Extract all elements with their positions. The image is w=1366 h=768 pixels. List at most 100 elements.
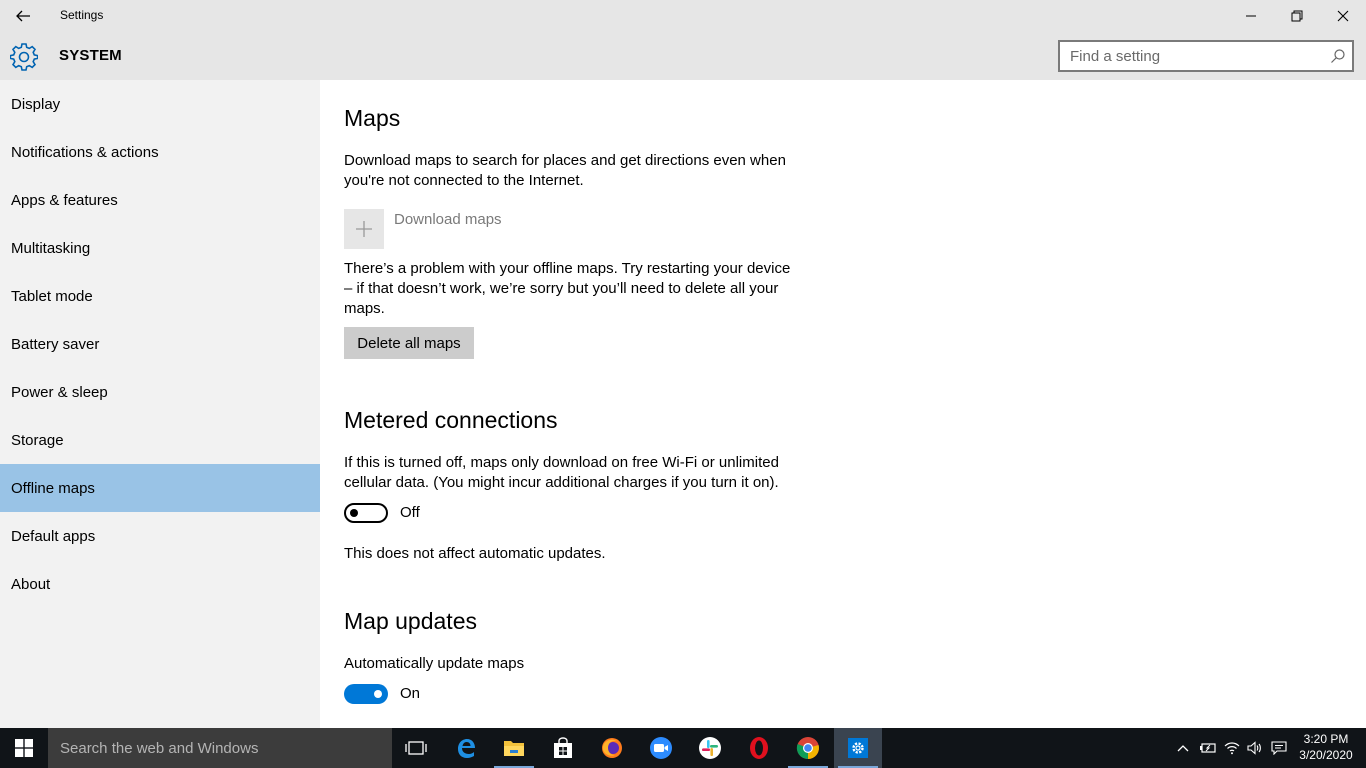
settings-taskbar-button[interactable]: [834, 728, 882, 768]
sidebar-item-label: Display: [11, 95, 61, 113]
opera-icon: [750, 737, 768, 759]
maps-description-line1: Download maps to search for places and g…: [344, 152, 786, 169]
volume-tray-button[interactable]: [1243, 728, 1267, 768]
folder-icon: [504, 741, 524, 756]
maps-heading: Maps: [344, 105, 401, 131]
start-button[interactable]: [0, 728, 48, 768]
metered-description-line1: If this is turned off, maps only downloa…: [344, 454, 779, 471]
clock-date: 3/20/2020: [1299, 748, 1353, 762]
maps-problem-line3: maps.: [344, 300, 385, 317]
map-updates-heading: Map updates: [344, 608, 477, 634]
sidebar-item-label: Multitasking: [11, 239, 91, 257]
auto-update-toggle[interactable]: [344, 684, 388, 704]
file-explorer-taskbar-button[interactable]: [490, 728, 538, 768]
sidebar-item-battery-saver[interactable]: Battery saver: [0, 320, 320, 368]
auto-update-label: Automatically update maps: [344, 655, 525, 672]
window-title: Settings: [60, 8, 104, 22]
delete-all-maps-button[interactable]: Delete all maps: [344, 327, 474, 359]
windows-logo-icon: [15, 739, 33, 757]
edge-icon: [458, 739, 475, 758]
taskbar: Search the web and Windows 3:20 PM 3/20/…: [0, 728, 1366, 768]
download-maps-label[interactable]: Download maps: [394, 211, 502, 228]
chevron-up-icon: [1177, 745, 1189, 752]
maps-description-line2: you're not connected to the Internet.: [344, 172, 584, 189]
sidebar-nav: Display Notifications & actions Apps & f…: [0, 80, 320, 728]
back-arrow-icon: [16, 10, 30, 22]
toggle-knob: [350, 509, 358, 517]
sidebar-item-label: Storage: [11, 431, 64, 449]
sidebar-item-apps-features[interactable]: Apps & features: [0, 176, 320, 224]
zoom-taskbar-button[interactable]: [637, 728, 685, 768]
chrome-taskbar-button[interactable]: [784, 728, 832, 768]
gear-icon: [10, 43, 38, 71]
zoom-icon: [650, 737, 672, 759]
sidebar-item-about[interactable]: About: [0, 560, 320, 608]
task-view-icon: [405, 741, 427, 755]
back-button[interactable]: [0, 0, 46, 32]
sidebar-item-storage[interactable]: Storage: [0, 416, 320, 464]
download-maps-button[interactable]: [344, 209, 384, 249]
taskbar-search-box[interactable]: Search the web and Windows: [48, 728, 392, 768]
minimize-button[interactable]: [1228, 0, 1274, 32]
notification-icon: [1271, 741, 1287, 755]
sidebar-item-label: About: [11, 575, 51, 593]
find-setting-search[interactable]: [1058, 40, 1354, 72]
settings-header: SYSTEM: [0, 32, 1366, 80]
maps-problem-line1: There’s a problem with your offline maps…: [344, 260, 791, 277]
slack-taskbar-button[interactable]: [686, 728, 734, 768]
slack-icon: [699, 737, 721, 759]
metered-connections-heading: Metered connections: [344, 407, 558, 433]
battery-icon: [1200, 743, 1216, 753]
sidebar-item-label: Battery saver: [11, 335, 100, 353]
settings-gear-icon: [848, 738, 868, 758]
store-taskbar-button[interactable]: [539, 728, 587, 768]
main-content: Maps Download maps to search for places …: [320, 80, 1366, 728]
sidebar-item-label: Notifications & actions: [11, 143, 159, 161]
chrome-icon: [796, 737, 819, 760]
restore-icon: [1291, 10, 1303, 22]
sidebar-item-notifications[interactable]: Notifications & actions: [0, 128, 320, 176]
metered-toggle-state: Off: [400, 504, 420, 521]
sidebar-item-label: Offline maps: [11, 479, 95, 497]
title-bar: Settings: [0, 0, 1366, 32]
maps-problem-line2: – if that doesn’t work, we’re sorry but …: [344, 280, 779, 297]
sidebar-item-multitasking[interactable]: Multitasking: [0, 224, 320, 272]
metered-description-line2: cellular data. (You might incur addition…: [344, 474, 779, 491]
auto-update-toggle-state: On: [400, 685, 421, 702]
close-button[interactable]: [1320, 0, 1366, 32]
minimize-icon: [1246, 15, 1256, 17]
firefox-icon: [602, 738, 622, 758]
metered-connections-toggle[interactable]: [344, 503, 388, 523]
restore-button[interactable]: [1274, 0, 1320, 32]
wifi-icon: [1224, 742, 1240, 755]
search-icon[interactable]: [1330, 48, 1346, 64]
action-center-tray-button[interactable]: [1267, 728, 1291, 768]
battery-tray-button[interactable]: [1196, 728, 1220, 768]
sidebar-item-display[interactable]: Display: [0, 80, 320, 128]
edge-taskbar-button[interactable]: [442, 728, 490, 768]
firefox-taskbar-button[interactable]: [588, 728, 636, 768]
sidebar-item-default-apps[interactable]: Default apps: [0, 512, 320, 560]
toggle-knob: [374, 690, 382, 698]
opera-taskbar-button[interactable]: [735, 728, 783, 768]
sidebar-item-label: Power & sleep: [11, 383, 108, 401]
sidebar-item-tablet-mode[interactable]: Tablet mode: [0, 272, 320, 320]
task-view-button[interactable]: [392, 728, 440, 768]
sidebar-item-label: Default apps: [11, 527, 96, 545]
taskbar-search-placeholder: Search the web and Windows: [60, 740, 259, 757]
plus-icon: [356, 221, 372, 237]
speaker-icon: [1247, 741, 1261, 755]
wifi-tray-button[interactable]: [1220, 728, 1244, 768]
store-bag-icon: [554, 737, 572, 758]
sidebar-item-label: Tablet mode: [11, 287, 93, 305]
find-setting-input[interactable]: [1060, 42, 1320, 70]
clock-time: 3:20 PM: [1303, 732, 1349, 746]
sidebar-item-power-sleep[interactable]: Power & sleep: [0, 368, 320, 416]
close-icon: [1337, 10, 1349, 22]
taskbar-clock[interactable]: 3:20 PM 3/20/2020: [1296, 731, 1356, 763]
sidebar-item-label: Apps & features: [11, 191, 118, 209]
show-hidden-icons-button[interactable]: [1171, 728, 1195, 768]
sidebar-item-offline-maps[interactable]: Offline maps: [0, 464, 320, 512]
metered-note: This does not affect automatic updates.: [344, 545, 606, 562]
page-section-title: SYSTEM: [59, 47, 122, 64]
